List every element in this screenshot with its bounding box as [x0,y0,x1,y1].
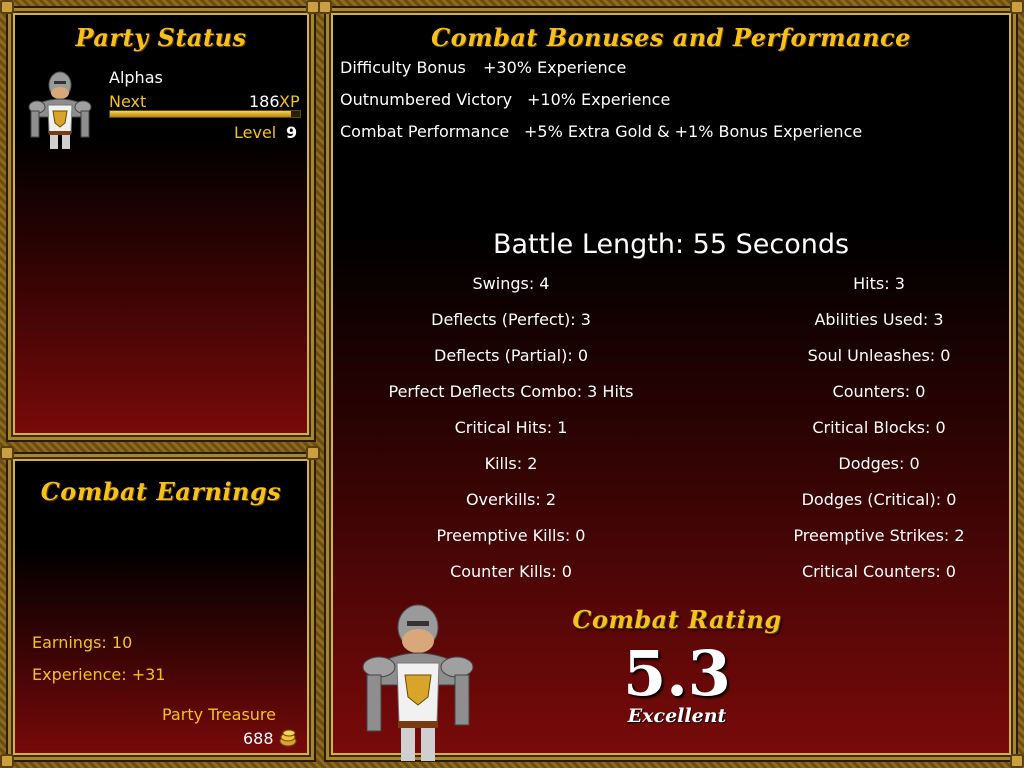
battle-stat: Overkills: 2 [465,490,557,509]
xp-unit: XP [279,92,300,111]
combat-bonuses-title: Combat Bonuses and Performance [431,23,911,52]
frame-corner [0,754,14,768]
party-treasure-value: 688 [243,729,274,748]
battle-stat: Preemptive Kills: 0 [436,526,586,545]
knight-portrait-icon[interactable] [25,67,95,149]
battle-stat: Hits: 3 [853,274,905,293]
battle-stat: Deflects (Perfect): 3 [431,310,591,329]
bonus-label-difficulty: Difficulty Bonus [340,58,466,77]
level-label: Level [234,123,277,142]
battle-length: Battle Length: 55 Seconds [492,229,850,260]
combat-rating-value: 5.3 [623,637,731,710]
battle-stat: Dodges (Critical): 0 [801,490,957,509]
battle-stat: Critical Blocks: 0 [812,418,946,437]
frame-corner [1010,754,1024,768]
party-treasure-label: Party Treasure [162,705,276,724]
battle-stat: Kills: 2 [484,454,538,473]
battle-stat: Counter Kills: 0 [450,562,572,581]
battle-stat: Swings: 4 [472,274,550,293]
battle-stat: Critical Counters: 0 [802,562,956,581]
frame-corner [1010,0,1024,14]
xp-progress-bar [109,110,301,118]
next-label: Next [109,92,147,111]
combat-rating-title: Combat Rating [572,605,782,634]
xp-value: 186 [249,92,280,111]
member-name: Alphas [109,68,163,87]
party-status-title: Party Status [75,23,247,52]
gold-coin-bag-icon [279,727,297,747]
battle-stat: Abilities Used: 3 [814,310,944,329]
bonus-value-outnumbered: +10% Experience [527,90,671,109]
knight-figure-icon [343,601,493,765]
battle-stat: Critical Hits: 1 [454,418,568,437]
bonus-value-performance: +5% Extra Gold & +1% Bonus Experience [524,122,863,141]
combat-rating-label: Excellent [627,705,727,727]
combat-earnings-title: Combat Earnings [40,477,282,506]
battle-stat: Preemptive Strikes: 2 [793,526,965,545]
frame-corner [306,446,320,460]
frame-corner [0,446,14,460]
party-status-panel: Party Status Alphas Next 186 XP Level 9 [8,8,314,440]
combat-bonuses-panel: Combat Bonuses and Performance Difficult… [326,8,1016,761]
battle-stat: Deflects (Partial): 0 [434,346,588,365]
bonus-value-difficulty: +30% Experience [483,58,627,77]
battle-stat: Soul Unleashes: 0 [807,346,951,365]
frame-corner [318,0,332,14]
battle-stat: Counters: 0 [832,382,926,401]
battle-stat: Dodges: 0 [838,454,920,473]
level-value: 9 [286,123,298,142]
combat-earnings-panel: Combat Earnings Earnings: 10 Experience:… [8,454,314,760]
earnings-text: Earnings: 10 [32,633,133,652]
experience-text: Experience: +31 [32,665,166,684]
bonus-label-outnumbered: Outnumbered Victory [340,90,513,109]
battle-stat: Perfect Deflects Combo: 3 Hits [388,382,634,401]
xp-progress-fill [110,111,291,117]
frame-corner [0,0,14,14]
bonus-label-performance: Combat Performance [340,122,510,141]
